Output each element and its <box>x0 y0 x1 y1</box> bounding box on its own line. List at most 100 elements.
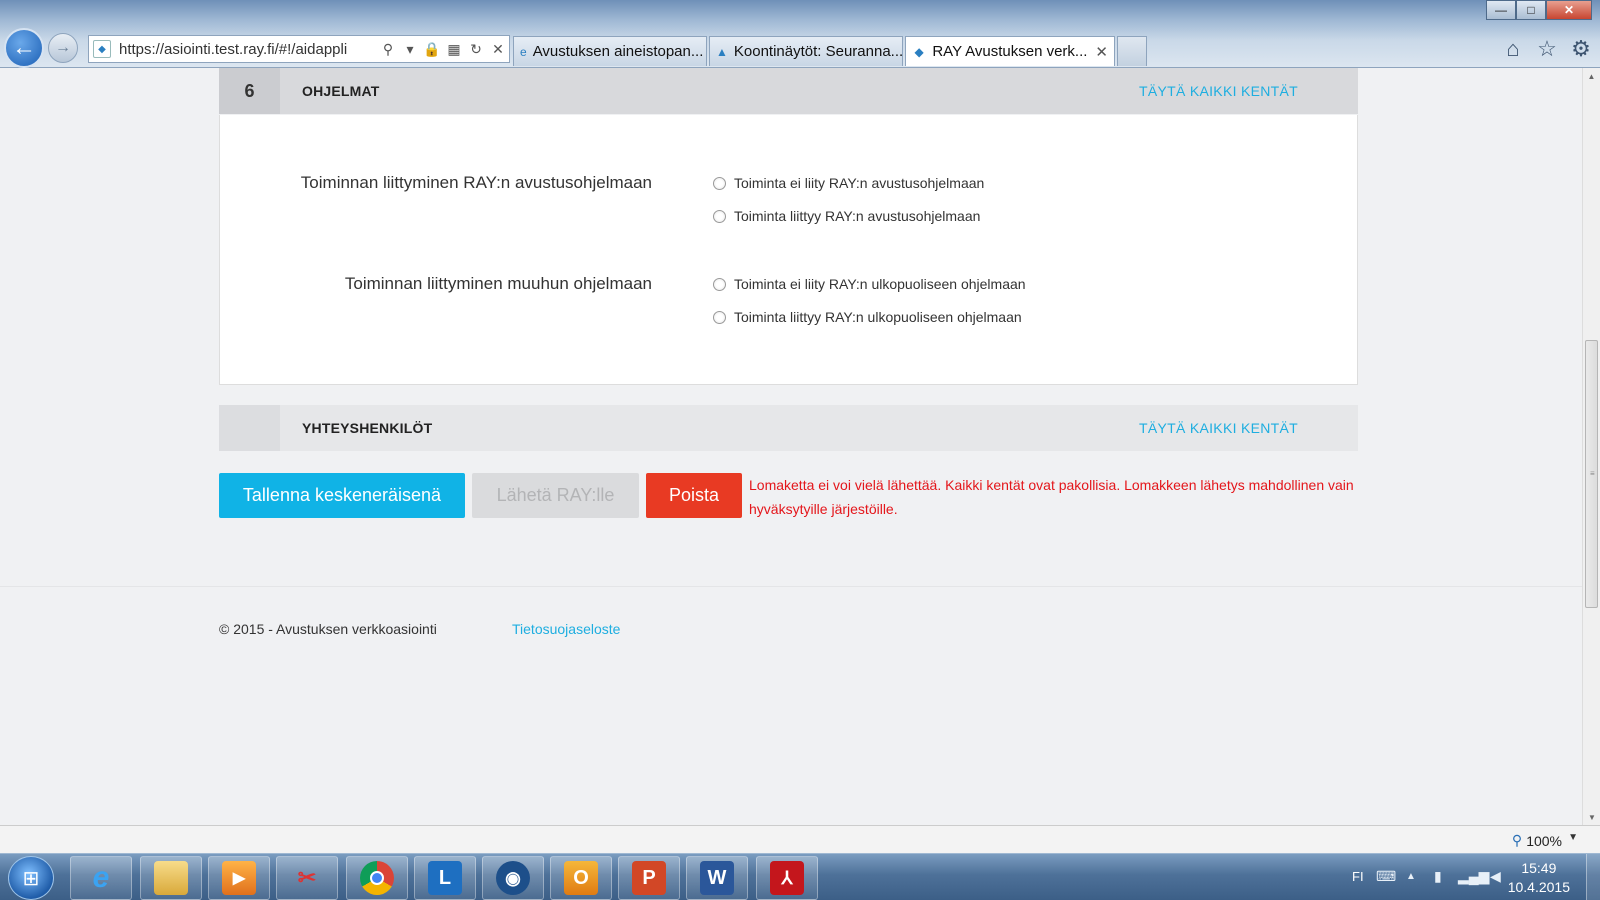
radio-button[interactable] <box>713 277 726 291</box>
tab-koontinaytot[interactable]: ▲ Koontinäytöt: Seuranna... <box>709 36 903 66</box>
radio-option-not-related[interactable]: Toiminta ei liity RAY:n avustusohjelmaan <box>713 175 984 191</box>
show-desktop-button[interactable] <box>1586 854 1600 900</box>
keyboard-icon[interactable]: ⌨ <box>1376 868 1396 885</box>
grip-icon: ≡ <box>1590 469 1595 478</box>
scroll-down-icon[interactable]: ▼ <box>1583 809 1600 825</box>
windows-taskbar: ⊞ e ▶ ✂ L ◉ O P W ⅄ FI ⌨ ▲ ▮ ▂▄▆ ◀ 15:49… <box>0 853 1600 900</box>
tab-label: Avustuksen aineistopan... <box>532 43 704 60</box>
delete-button[interactable]: Poista <box>646 473 742 518</box>
radio-label: Toiminta liittyy RAY:n ulkopuoliseen ohj… <box>734 309 1022 325</box>
language-indicator[interactable]: FI <box>1352 869 1364 884</box>
scroll-up-icon[interactable]: ▲ <box>1583 68 1600 84</box>
clock-date: 10.4.2015 <box>1507 879 1570 895</box>
section-number: 6 <box>219 68 280 114</box>
acrobat-icon: ⅄ <box>770 861 804 895</box>
chrome-icon <box>360 861 394 895</box>
taskbar-outlook[interactable]: O <box>550 856 612 900</box>
section-body-ohjelmat: Toiminnan liittyminen RAY:n avustusohjel… <box>219 115 1358 385</box>
scrollbar-thumb[interactable]: ≡ <box>1585 340 1598 608</box>
site-favicon-icon: ◆ <box>914 44 924 59</box>
taskbar-snipping-tool[interactable]: ✂ <box>276 856 338 900</box>
clock[interactable]: 15:49 10.4.2015 <box>1508 859 1570 897</box>
powerpoint-icon: P <box>632 861 666 895</box>
radio-option-related-external[interactable]: Toiminta liittyy RAY:n ulkopuoliseen ohj… <box>713 309 1022 325</box>
radio-option-not-related-external[interactable]: Toiminta ei liity RAY:n ulkopuoliseen oh… <box>713 276 1026 292</box>
taskbar-lync[interactable]: L <box>414 856 476 900</box>
lock-icon[interactable]: 🔒 <box>421 41 443 58</box>
fill-all-fields-link[interactable]: TÄYTÄ KAIKKI KENTÄT <box>1139 420 1298 436</box>
search-icon[interactable]: ⚲ <box>377 41 399 58</box>
minimize-button[interactable]: — <box>1486 0 1516 20</box>
taskbar-acrobat[interactable]: ⅄ <box>756 856 818 900</box>
play-icon: ▶ <box>222 861 256 895</box>
scissors-icon: ✂ <box>297 865 317 890</box>
close-window-button[interactable]: ✕ <box>1546 0 1592 20</box>
new-tab-button[interactable] <box>1117 36 1147 66</box>
section-header-ohjelmat[interactable]: 6 OHJELMAT TÄYTÄ KAIKKI KENTÄT <box>219 68 1358 114</box>
browser-status-bar: ⚲ 100% ▼ <box>0 825 1600 853</box>
validation-error-message: Lomaketta ei voi vielä lähettää. Kaikki … <box>749 477 1354 517</box>
forward-button[interactable]: → <box>48 33 78 63</box>
radio-label: Toiminta ei liity RAY:n ulkopuoliseen oh… <box>734 276 1026 292</box>
question-label: Toiminnan liittyminen muuhun ohjelmaan <box>344 274 652 293</box>
stop-icon[interactable]: ✕ <box>487 41 509 58</box>
radio-option-related[interactable]: Toiminta liittyy RAY:n avustusohjelmaan <box>713 208 980 224</box>
privacy-policy-link[interactable]: Tietosuojaseloste <box>512 621 620 637</box>
refresh-icon[interactable]: ↻ <box>465 41 487 58</box>
taskbar-word[interactable]: W <box>686 856 748 900</box>
taskbar-network[interactable]: ◉ <box>482 856 544 900</box>
browser-chrome: — □ ✕ ← → ◆ https://asiointi.test.ray.fi… <box>0 0 1600 68</box>
signal-icon[interactable]: ▂▄▆ <box>1458 868 1489 885</box>
compat-view-icon[interactable]: ▦ <box>443 41 465 58</box>
battery-icon[interactable]: ▮ <box>1434 868 1442 885</box>
taskbar-media-player[interactable]: ▶ <box>208 856 270 900</box>
zoom-icon: ⚲ <box>1511 832 1523 848</box>
volume-muted-icon[interactable]: ◀ <box>1490 868 1501 885</box>
word-icon: W <box>700 861 734 895</box>
clock-time: 15:49 <box>1521 860 1557 876</box>
url-text[interactable]: https://asiointi.test.ray.fi/#!/aidappli <box>119 41 377 58</box>
zoom-value: 100% <box>1526 832 1562 849</box>
question-label: Toiminnan liittyminen RAY:n avustusohjel… <box>300 173 652 192</box>
radio-button[interactable] <box>713 310 726 324</box>
save-draft-button[interactable]: Tallenna keskeneräisenä <box>219 473 465 518</box>
copyright-text: © 2015 - Avustuksen verkkoasiointi <box>219 621 437 637</box>
radio-button[interactable] <box>713 209 726 223</box>
taskbar-file-explorer[interactable] <box>140 856 202 900</box>
show-hidden-icons-icon[interactable]: ▲ <box>1406 871 1416 882</box>
zoom-level[interactable]: ⚲ 100% <box>1512 832 1562 849</box>
dropdown-arrow-icon[interactable]: ▾ <box>399 41 421 58</box>
close-tab-icon[interactable]: ✕ <box>1087 43 1108 61</box>
start-button[interactable]: ⊞ <box>8 856 54 900</box>
wifi-icon: ◉ <box>496 861 530 895</box>
favorites-star-icon[interactable]: ☆ <box>1534 36 1560 62</box>
back-button[interactable]: ← <box>4 28 44 68</box>
tab-label: Koontinäytöt: Seuranna... <box>733 43 903 60</box>
home-icon[interactable]: ⌂ <box>1500 36 1526 62</box>
fill-all-fields-link[interactable]: TÄYTÄ KAIKKI KENTÄT <box>1139 83 1298 99</box>
tab-ray-avustuksen[interactable]: ◆ RAY Avustuksen verk... ✕ <box>905 36 1115 66</box>
radio-label: Toiminta liittyy RAY:n avustusohjelmaan <box>734 208 981 224</box>
maximize-button[interactable]: □ <box>1516 0 1546 20</box>
zoom-dropdown-icon[interactable]: ▼ <box>1568 832 1578 843</box>
section-title: OHJELMAT <box>302 83 380 99</box>
taskbar-chrome[interactable] <box>346 856 408 900</box>
dashboard-icon: ▲ <box>716 44 728 59</box>
send-to-ray-button[interactable]: Lähetä RAY:lle <box>472 473 639 518</box>
page-footer: © 2015 - Avustuksen verkkoasiointi Tieto… <box>0 586 1582 825</box>
browser-tools: ⌂ ☆ ⚙ <box>1500 36 1594 62</box>
section-number <box>219 405 280 451</box>
outlook-icon: O <box>564 861 598 895</box>
arrow-right-icon: → <box>55 39 71 56</box>
lync-icon: L <box>428 861 462 895</box>
section-header-yhteyshenkilot[interactable]: YHTEYSHENKILÖT TÄYTÄ KAIKKI KENTÄT <box>219 405 1358 451</box>
taskbar-powerpoint[interactable]: P <box>618 856 680 900</box>
tab-aineistopankki[interactable]: e Avustuksen aineistopan... <box>513 36 707 66</box>
taskbar-internet-explorer[interactable]: e <box>70 856 132 900</box>
tab-label: RAY Avustuksen verk... <box>932 43 1088 60</box>
radio-button[interactable] <box>713 176 726 190</box>
window-controls: — □ ✕ <box>1486 0 1592 20</box>
vertical-scrollbar[interactable]: ▲ ≡ ▼ <box>1582 68 1600 825</box>
address-bar[interactable]: ◆ https://asiointi.test.ray.fi/#!/aidapp… <box>88 35 510 63</box>
gear-icon[interactable]: ⚙ <box>1568 36 1594 62</box>
